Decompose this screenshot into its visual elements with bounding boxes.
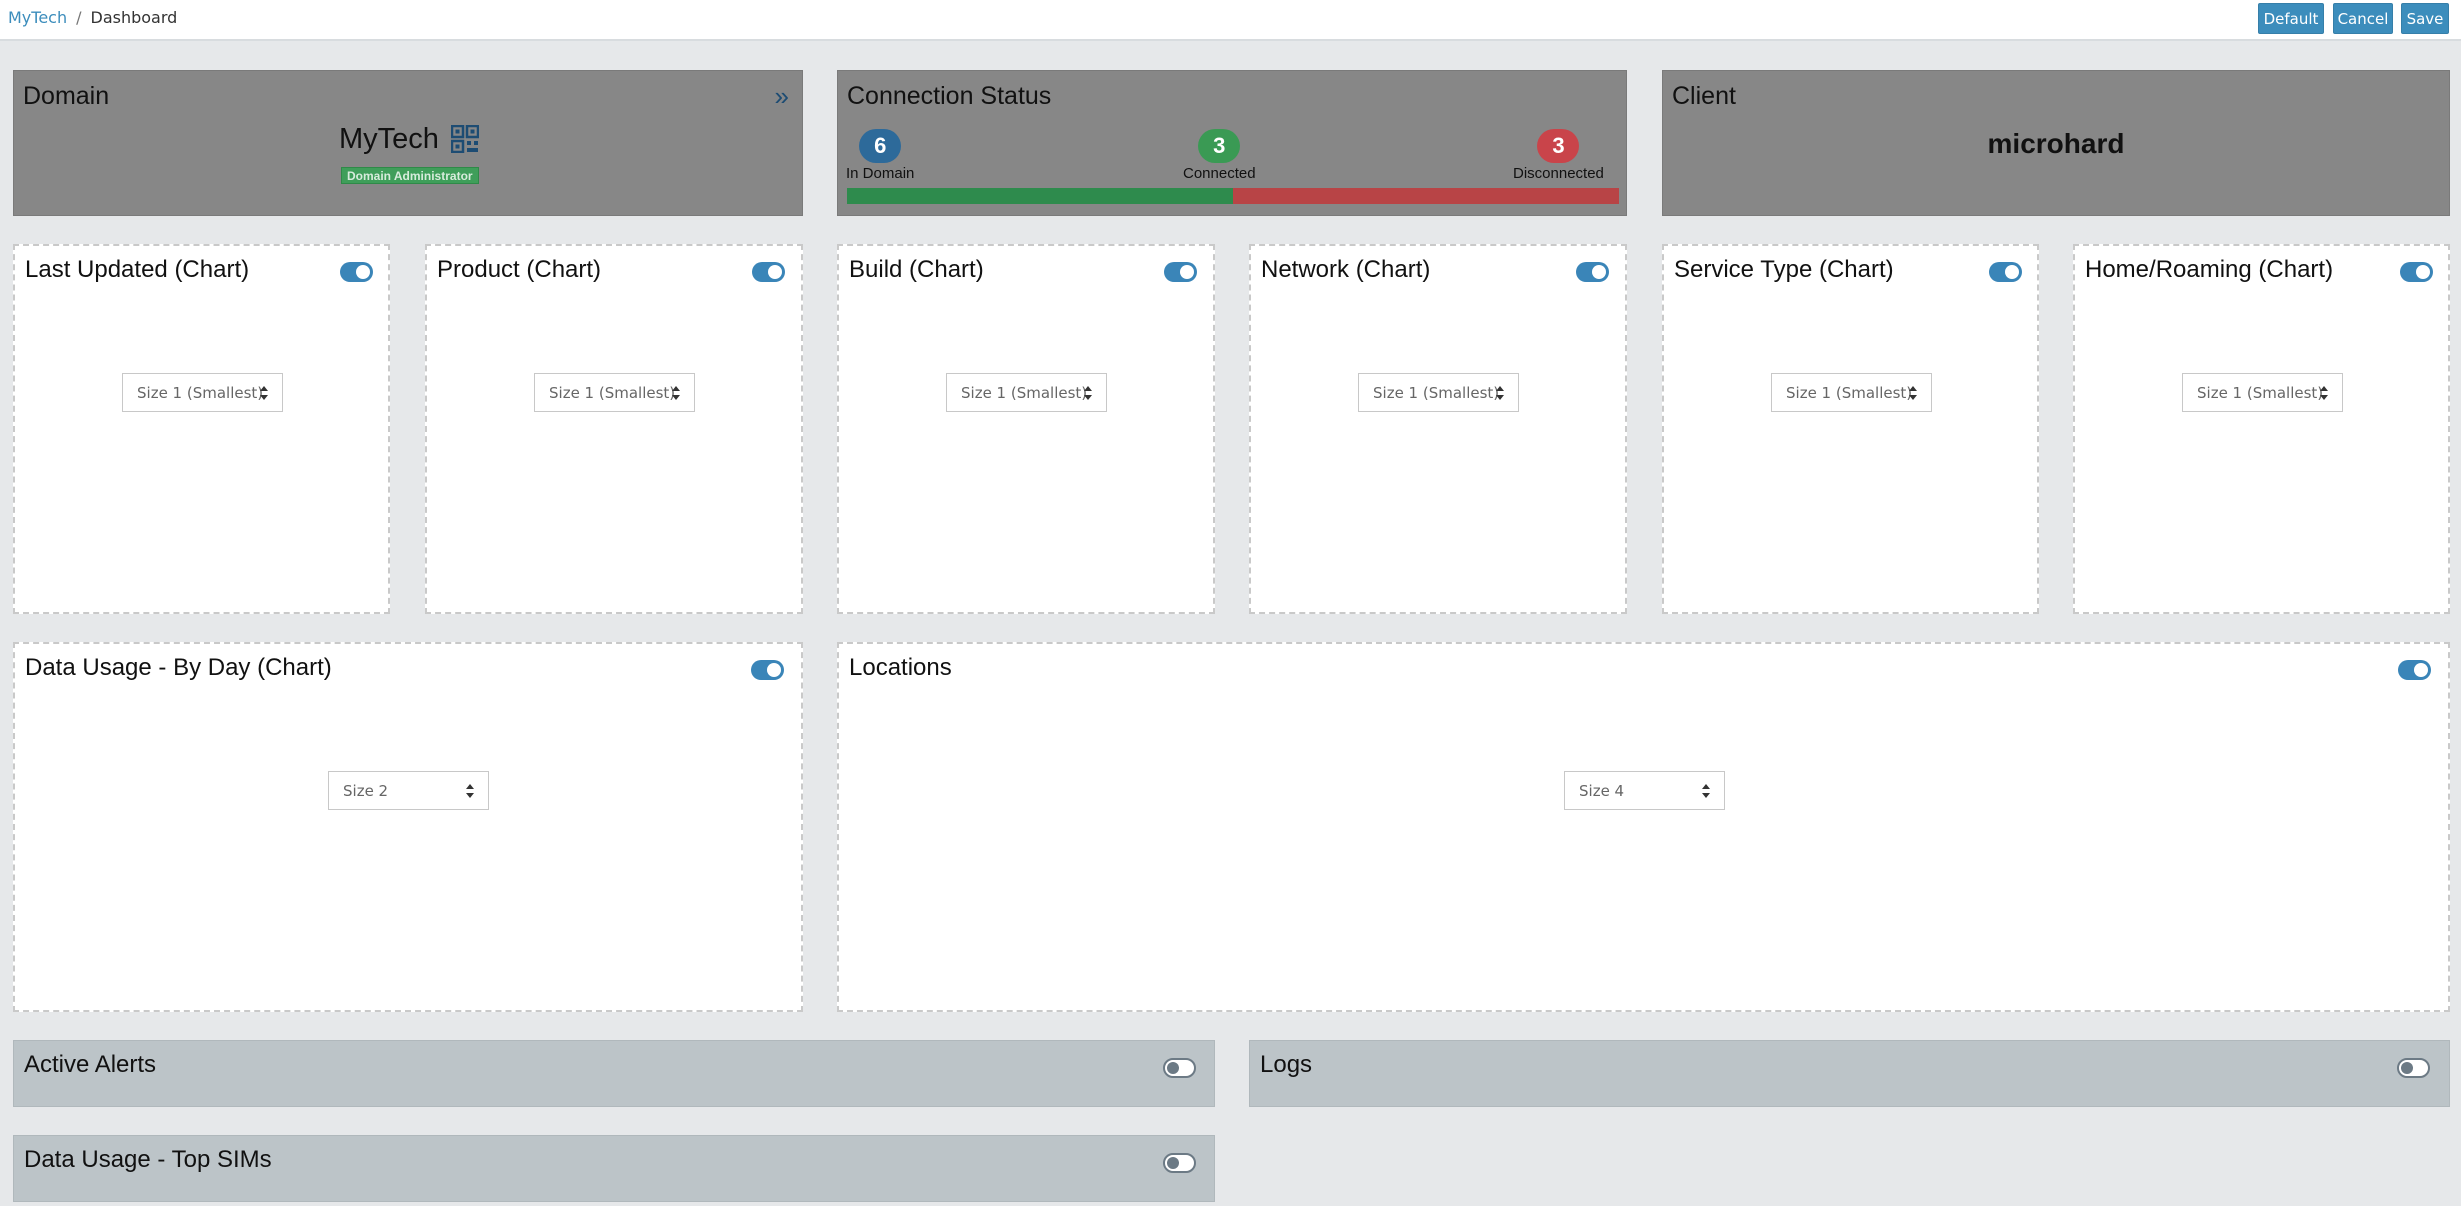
logs-widget: Logs xyxy=(1249,1040,2450,1107)
connected-count: 3 xyxy=(1198,129,1241,163)
disconnected-bar-segment xyxy=(1233,188,1619,204)
in-domain-count: 6 xyxy=(859,129,902,163)
connection-status-widget: Connection Status 6 In Domain 3 Connecte… xyxy=(837,70,1627,216)
size-select[interactable]: Size 1 (Smallest) xyxy=(946,373,1107,412)
connected-label: Connected xyxy=(1183,165,1256,182)
chart-widget-service-type: Service Type (Chart) Size 1 (Smallest) xyxy=(1662,244,2039,614)
size-select[interactable]: Size 1 (Smallest) xyxy=(1771,373,1932,412)
connected-stat: 3 Connected xyxy=(1183,129,1256,182)
chart-widget-home-roaming: Home/Roaming (Chart) Size 1 (Smallest) xyxy=(2073,244,2450,614)
select-arrows-icon xyxy=(466,784,474,798)
breadcrumb-home-link[interactable]: MyTech xyxy=(8,8,67,27)
size-select[interactable]: Size 1 (Smallest) xyxy=(534,373,695,412)
client-widget: Client microhard xyxy=(1662,70,2450,216)
select-arrows-icon xyxy=(672,386,680,400)
top-bar: MyTech / Dashboard Default Cancel Save xyxy=(0,0,2461,41)
select-arrows-icon xyxy=(1496,386,1504,400)
size-select[interactable]: Size 1 (Smallest) xyxy=(1358,373,1519,412)
chart-widget-title: Home/Roaming (Chart) xyxy=(2085,256,2334,283)
disconnected-label: Disconnected xyxy=(1513,165,1604,182)
size-select-value: Size 1 (Smallest) xyxy=(1373,383,1500,402)
domain-role-badge: Domain Administrator xyxy=(341,167,479,184)
chart-widget-title: Last Updated (Chart) xyxy=(25,256,250,283)
in-domain-label: In Domain xyxy=(846,165,915,182)
chart-widget-title: Network (Chart) xyxy=(1261,256,1431,283)
client-title: Client xyxy=(1672,82,1736,110)
widget-toggle[interactable] xyxy=(2397,1058,2430,1078)
chart-widget-title: Product (Chart) xyxy=(437,256,602,283)
disconnected-count: 3 xyxy=(1537,129,1580,163)
active-alerts-title: Active Alerts xyxy=(24,1051,157,1078)
select-arrows-icon xyxy=(1702,784,1710,798)
save-button[interactable]: Save xyxy=(2401,3,2449,34)
size-select-value: Size 1 (Smallest) xyxy=(2197,383,2324,402)
widget-toggle[interactable] xyxy=(1163,1153,1196,1173)
widget-toggle[interactable] xyxy=(752,262,785,282)
widget-toggle[interactable] xyxy=(1989,262,2022,282)
size-select-value: Size 1 (Smallest) xyxy=(1786,383,1913,402)
breadcrumb-current: Dashboard xyxy=(90,8,178,27)
logs-title: Logs xyxy=(1260,1051,1313,1078)
size-select[interactable]: Size 4 xyxy=(1564,771,1725,810)
widget-toggle[interactable] xyxy=(1576,262,1609,282)
in-domain-stat: 6 In Domain xyxy=(846,129,914,182)
default-button[interactable]: Default xyxy=(2258,3,2324,34)
select-arrows-icon xyxy=(260,386,268,400)
data-usage-top-sims-title: Data Usage - Top SIMs xyxy=(24,1146,272,1173)
size-select[interactable]: Size 2 xyxy=(328,771,489,810)
size-select-value: Size 4 xyxy=(1579,781,1625,800)
select-arrows-icon xyxy=(1084,386,1092,400)
expand-icon[interactable]: » xyxy=(775,81,789,112)
connected-bar-segment xyxy=(847,188,1233,204)
widget-toggle[interactable] xyxy=(1163,1058,1196,1078)
chart-widget-title: Data Usage - By Day (Chart) xyxy=(25,654,332,681)
size-select[interactable]: Size 1 (Smallest) xyxy=(122,373,283,412)
widget-toggle[interactable] xyxy=(2400,262,2433,282)
client-name: microhard xyxy=(1987,128,2125,159)
active-alerts-widget: Active Alerts xyxy=(13,1040,1215,1107)
breadcrumb-separator: / xyxy=(76,8,82,27)
locations-widget: Locations Size 4 xyxy=(837,642,2450,1012)
connection-progress-bar xyxy=(847,188,1619,204)
widget-toggle[interactable] xyxy=(340,262,373,282)
select-arrows-icon xyxy=(1909,386,1917,400)
size-select-value: Size 1 (Smallest) xyxy=(549,383,676,402)
chart-widget-product: Product (Chart) Size 1 (Smallest) xyxy=(425,244,803,614)
chart-widget-last-updated: Last Updated (Chart) Size 1 (Smallest) xyxy=(13,244,390,614)
size-select-value: Size 2 xyxy=(343,781,389,800)
domain-widget: Domain » MyTech Domain Administrator xyxy=(13,70,803,216)
disconnected-stat: 3 Disconnected xyxy=(1513,129,1604,182)
cancel-button[interactable]: Cancel xyxy=(2333,3,2393,34)
widget-toggle[interactable] xyxy=(2398,660,2431,680)
widget-toggle[interactable] xyxy=(1164,262,1197,282)
size-select-value: Size 1 (Smallest) xyxy=(137,383,264,402)
chart-widget-network: Network (Chart) Size 1 (Smallest) xyxy=(1249,244,1627,614)
domain-name: MyTech xyxy=(339,123,439,155)
size-select[interactable]: Size 1 (Smallest) xyxy=(2182,373,2343,412)
qr-code-icon[interactable] xyxy=(451,125,479,153)
widget-toggle[interactable] xyxy=(751,660,784,680)
data-usage-by-day-widget: Data Usage - By Day (Chart) Size 2 xyxy=(13,642,803,1012)
select-arrows-icon xyxy=(2320,386,2328,400)
chart-widget-build: Build (Chart) Size 1 (Smallest) xyxy=(837,244,1215,614)
chart-widget-title: Service Type (Chart) xyxy=(1674,256,1894,283)
locations-title: Locations xyxy=(849,654,952,681)
size-select-value: Size 1 (Smallest) xyxy=(961,383,1088,402)
domain-title: Domain xyxy=(23,82,110,110)
breadcrumb: MyTech / Dashboard xyxy=(8,8,177,27)
connection-status-title: Connection Status xyxy=(847,82,1052,110)
chart-widget-title: Build (Chart) xyxy=(849,256,984,283)
data-usage-top-sims-widget: Data Usage - Top SIMs xyxy=(13,1135,1215,1202)
